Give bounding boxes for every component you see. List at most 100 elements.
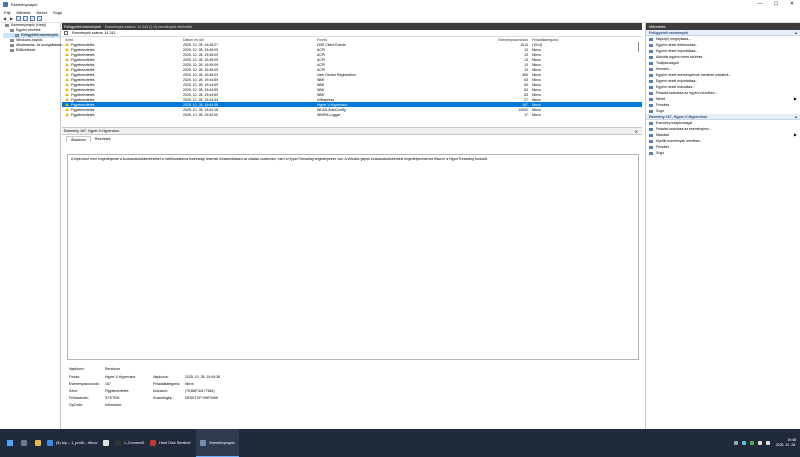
help-icon[interactable] (30, 16, 35, 21)
taskbar-app-icon (103, 440, 110, 446)
taskbar-app[interactable]: Eseménynapló (196, 429, 239, 457)
table-row[interactable]: Figyelmeztetés 2025. 10. 28. 19:45:27 DNS … (62, 42, 642, 47)
tree-node-label: Előfizetések (16, 48, 36, 52)
taskbar-app[interactable] (103, 440, 110, 446)
cell-level: Figyelmeztetés (62, 73, 183, 77)
cell-event-id: 167 (522, 102, 528, 107)
action-icon (649, 109, 653, 113)
cell-date: 2025. 10. 28. 19:45:27 (183, 42, 219, 47)
taskbar-app[interactable]: Hard Disk Sentinel (150, 440, 190, 446)
tab-details[interactable]: Részletek (91, 136, 115, 142)
table-row[interactable]: Figyelmeztetés 2025. 10. 28. 19:45:09 ACPI… (62, 67, 642, 72)
cell-source: ACPI (317, 67, 326, 72)
cell-task-category: Nincs (532, 57, 541, 62)
cell-event-id: 13 (524, 52, 528, 57)
cell-source: WMI (317, 92, 325, 97)
cell-event-id: 13 (524, 67, 528, 72)
table-row[interactable]: Figyelmeztetés 2025. 10. 28. 19:44:59 WMI 6… (62, 82, 642, 87)
table-row[interactable]: Figyelmeztetés 2025. 10. 28. 19:44:44 e2fe… (62, 97, 642, 102)
column-task-category[interactable]: Feladatkategória (530, 38, 566, 42)
menu-help[interactable]: Súgó (53, 10, 62, 15)
system-tray: 19:48 2025. 10. 28. (730, 429, 796, 457)
cell-source: WMI (317, 87, 325, 92)
cell-event-id: 1014 (520, 42, 528, 47)
event-message[interactable]: A hipervizor nem engedélyezte a kockázat… (67, 154, 639, 360)
vertical-scrollbar[interactable] (638, 42, 639, 52)
cell-date: 2025. 10. 28. 19:45:09 (183, 67, 219, 72)
search-taskbar-icon[interactable] (21, 440, 27, 446)
back-icon[interactable]: ◀ (2, 16, 7, 21)
menu-action[interactable]: Művelet (16, 10, 30, 15)
actions-section-custom-view-label: Felügyeleti események (649, 30, 689, 35)
volume-icon[interactable] (765, 441, 770, 445)
minimize-button[interactable]: — (752, 0, 768, 9)
table-row[interactable]: Figyelmeztetés 2025. 10. 28. 19:45:09 ACPI… (62, 52, 642, 57)
cell-date: 2025. 10. 28. 19:44:59 (183, 77, 219, 82)
close-button[interactable]: ✕ (784, 0, 800, 9)
taskbar-app[interactable]: L-Connect3 (115, 440, 144, 446)
tree-folder-icon (10, 38, 14, 42)
tray-app-icon[interactable] (741, 441, 746, 445)
action-icon (649, 55, 653, 59)
table-row[interactable]: Figyelmeztetés 2025. 10. 28. 19:45:09 ACPI… (62, 57, 642, 62)
taskbar-app-label: (8) top – 1_profit – Micro (56, 441, 98, 445)
collapse-arrow-icon[interactable]: ▴ (795, 30, 797, 35)
pane-subtitle: Események száma: 14 343 (!) Új események… (104, 24, 193, 29)
tray-security-icon[interactable] (749, 441, 754, 445)
table-row[interactable]: Figyelmeztetés 2025. 10. 28. 19:45:09 ACPI… (62, 47, 642, 52)
cell-level-text: Figyelmeztetés (71, 52, 95, 57)
forward-icon[interactable]: ▶ (9, 16, 14, 21)
column-date[interactable]: Dátum és idő (183, 38, 317, 42)
cell-level: Figyelmeztetés (62, 68, 183, 72)
table-row[interactable]: Figyelmeztetés 2025. 10. 28. 19:44:59 WMI 6… (62, 92, 642, 97)
table-row[interactable]: Figyelmeztetés 2025. 10. 28. 19:45:09 ACPI… (62, 62, 642, 67)
pane-title: Felügyeleti események (64, 24, 101, 29)
action-icon (649, 103, 653, 107)
table-row[interactable]: Figyelmeztetés 2025. 10. 28. 19:42:00 WinR… (62, 112, 642, 117)
warning-icon (65, 103, 69, 107)
menu-file[interactable]: Fájl (4, 10, 10, 15)
warning-icon (65, 108, 69, 112)
warning-icon (65, 63, 69, 67)
cell-source: WMI (317, 77, 325, 82)
table-row[interactable]: Figyelmeztetés 2025. 10. 28. 19:44:18 WLAN… (62, 107, 642, 112)
prop-keywords: (70368744177664) (185, 389, 215, 393)
column-level[interactable]: Szint (62, 38, 183, 42)
cell-event-id: 63 (524, 77, 528, 82)
action-icon (649, 121, 653, 125)
detail-close-button[interactable]: ✕ (635, 129, 638, 134)
properties-icon[interactable] (23, 16, 28, 21)
cell-level: Figyelmeztetés (62, 113, 183, 117)
column-event-id[interactable]: Eseményazonosító (497, 38, 530, 42)
prop-label-source: Forrás: (69, 375, 81, 379)
cell-level-text: Figyelmeztetés (71, 97, 95, 102)
tree-node-label: Windows-naplók (16, 38, 43, 42)
taskbar-app[interactable]: (8) top – 1_profit – Micro (47, 440, 97, 446)
tab-general[interactable]: Általános (66, 136, 91, 142)
tree-node[interactable]: Előfizetések (3, 48, 60, 53)
start-button-windows-icon[interactable] (7, 440, 13, 446)
cell-task-category: Nincs (532, 107, 541, 112)
column-source[interactable]: Forrás (317, 38, 497, 42)
cell-date: 2025. 10. 28. 19:45:03 (183, 72, 219, 77)
maximize-button[interactable]: ☐ (768, 0, 784, 9)
table-row[interactable]: Figyelmeztetés 2025. 10. 28. 19:44:38 Hype… (62, 102, 642, 107)
folder-icon[interactable] (16, 16, 21, 21)
action-icon (649, 91, 653, 95)
action-label: Feladat csatolása az eseményhez... (656, 127, 712, 131)
cell-source: ACPI (317, 47, 326, 52)
table-row[interactable]: Figyelmeztetés 2025. 10. 28. 19:45:03 User… (62, 72, 642, 77)
panel-icon[interactable] (37, 16, 42, 21)
collapse-arrow-icon[interactable]: ▴ (795, 114, 797, 119)
table-row[interactable]: Figyelmeztetés 2025. 10. 28. 19:44:59 WMI 6… (62, 77, 642, 82)
action-icon (649, 79, 653, 83)
menu-view[interactable]: Nézet (36, 10, 46, 15)
network-icon[interactable] (757, 441, 762, 445)
table-row[interactable]: Figyelmeztetés 2025. 10. 28. 19:44:59 WMI 6… (62, 87, 642, 92)
cell-level-text: Figyelmeztetés (71, 107, 95, 112)
warning-icon (65, 98, 69, 102)
cell-level-text: Figyelmeztetés (71, 62, 95, 67)
tray-chevron-icon[interactable] (733, 441, 738, 445)
clock[interactable]: 19:48 2025. 10. 28. (776, 438, 796, 448)
action-item[interactable]: Súgó (646, 150, 800, 156)
